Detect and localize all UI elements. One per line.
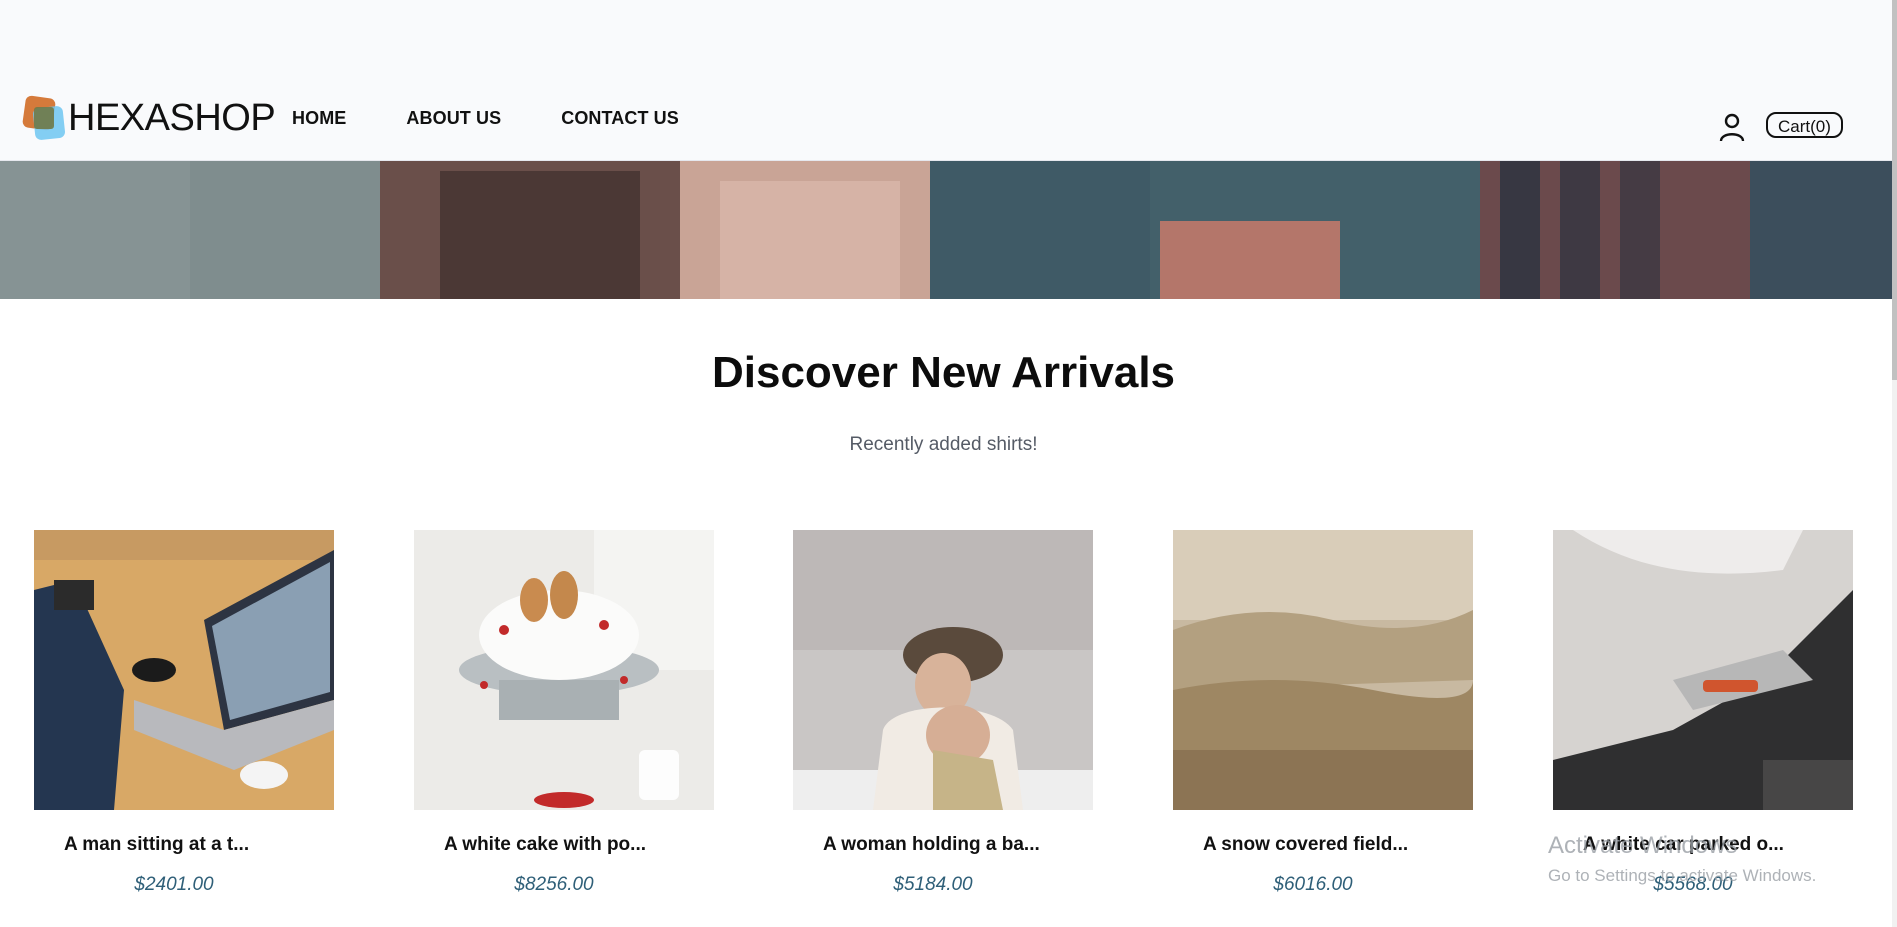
- logo[interactable]: HEXASHOP: [21, 94, 276, 142]
- product-price: $8256.00: [514, 874, 594, 895]
- hero-banner: [0, 161, 1892, 299]
- product-price: $2401.00: [134, 874, 214, 895]
- site-header: HEXASHOP HOME ABOUT US CONTACT US Cart(0…: [0, 0, 1892, 161]
- product-card[interactable]: A white cake with po... $8256.00: [414, 530, 714, 920]
- logo-text: HEXASHOP: [68, 96, 276, 139]
- nav-about-us[interactable]: ABOUT US: [406, 108, 501, 129]
- product-name[interactable]: A snow covered field...: [1203, 834, 1408, 856]
- product-image[interactable]: [34, 530, 334, 810]
- product-card[interactable]: A woman holding a ba... $5184.00: [793, 530, 1093, 920]
- product-image[interactable]: [1173, 530, 1473, 810]
- product-name[interactable]: A white cake with po...: [444, 834, 646, 856]
- section-subtitle: Recently added shirts!: [849, 434, 1038, 455]
- hero-image: [0, 161, 1892, 299]
- cart-button[interactable]: Cart(0): [1766, 112, 1843, 138]
- section-title: Discover New Arrivals: [711, 348, 1176, 397]
- product-name[interactable]: A man sitting at a t...: [64, 834, 249, 856]
- product-image[interactable]: [1553, 530, 1853, 810]
- nav-contact-us[interactable]: CONTACT US: [561, 108, 679, 129]
- scrollbar-thumb[interactable]: [1892, 0, 1897, 380]
- logo-icon: [21, 95, 66, 141]
- product-image[interactable]: [793, 530, 1093, 810]
- nav-home[interactable]: HOME: [292, 108, 346, 129]
- product-price: $5184.00: [893, 874, 973, 895]
- product-card[interactable]: A man sitting at a t... $2401.00: [34, 530, 334, 920]
- product-card[interactable]: A snow covered field... $6016.00: [1173, 530, 1473, 920]
- product-price: $6016.00: [1273, 874, 1353, 895]
- user-icon[interactable]: [1718, 112, 1746, 142]
- watermark-title: Activate Windows: [1548, 832, 1738, 859]
- windows-activation-watermark: Activate Windows Go to Settings to activ…: [1548, 832, 1816, 886]
- watermark-subtitle: Go to Settings to activate Windows.: [1548, 866, 1817, 885]
- page-scrollbar[interactable]: [1892, 0, 1897, 927]
- product-name[interactable]: A woman holding a ba...: [823, 834, 1040, 856]
- main-nav: HOME ABOUT US CONTACT US: [292, 108, 739, 129]
- product-image[interactable]: [414, 530, 714, 810]
